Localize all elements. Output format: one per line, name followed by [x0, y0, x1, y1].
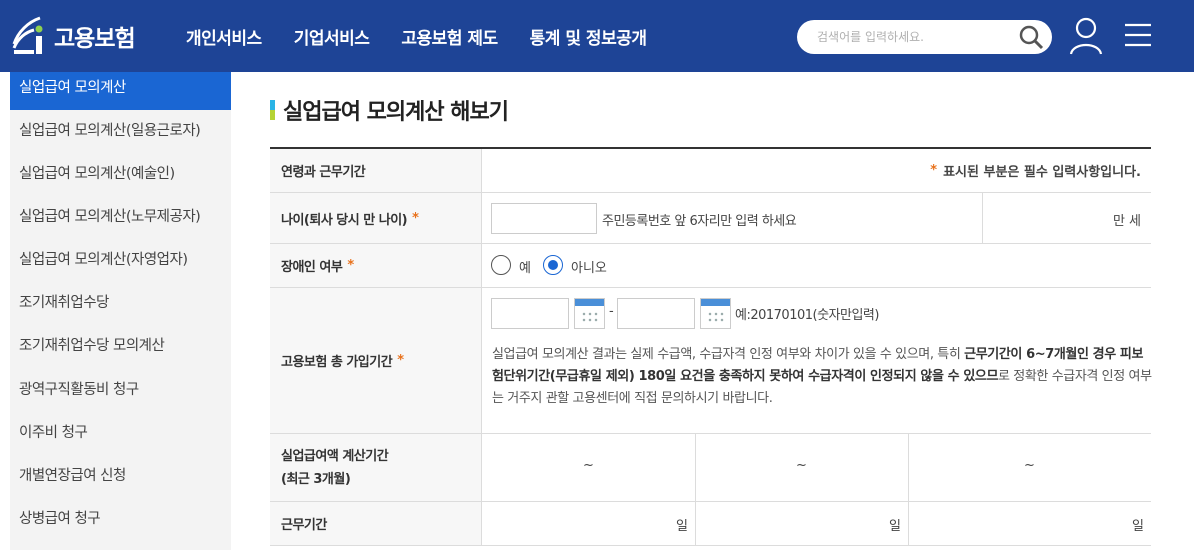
insurance-period-row: 고용보험 총 가입기간 * - 예:20170101(숫자만입력) 실업급여 모의…	[270, 288, 1152, 434]
insurance-period-cell: - 예:20170101(숫자만입력) 실업급여 모의계산 결과는 실제 수급액…	[482, 288, 1152, 433]
disability-row: 장애인 여부 * 예 아니오	[270, 244, 1151, 288]
age-row: 나이(퇴사 당시 만 나이) * 주민등록번호 앞 6자리만 입력 하세요 만 세	[270, 193, 1151, 244]
work-sep-2	[908, 502, 909, 545]
work-days-label: 근무기간	[270, 502, 482, 545]
sidebar-item-calc-labor[interactable]: 실업급여 모의계산(노무제공자)	[10, 196, 231, 239]
age-hint: 주민등록번호 앞 6자리만 입력 하세요	[602, 214, 797, 229]
nav-insurance-system[interactable]: 고용보험 제도	[401, 24, 498, 49]
search-icon[interactable]	[1018, 24, 1044, 50]
insurance-period-label: 고용보험 총 가입기간 *	[270, 288, 482, 433]
nav-statistics[interactable]: 통계 및 정보공개	[530, 24, 647, 49]
main-nav: 개인서비스 기업서비스 고용보험 제도 통계 및 정보공개	[186, 0, 679, 72]
date-separator: -	[609, 304, 614, 319]
calc-period-2[interactable]: ~	[695, 458, 908, 473]
calc-period-1[interactable]: ~	[482, 458, 695, 473]
nav-personal-service[interactable]: 개인서비스	[186, 24, 262, 49]
work-sep-1	[695, 502, 696, 545]
disability-cell: 예 아니오	[482, 244, 1151, 287]
sidebar-item-relocation[interactable]: 이주비 청구	[10, 412, 231, 455]
menu-icon[interactable]	[1124, 22, 1152, 48]
page-title-text: 실업급여 모의계산 해보기	[283, 100, 509, 125]
logo-text: 고용보험	[54, 26, 136, 52]
age-label: 나이(퇴사 당시 만 나이) *	[270, 193, 482, 243]
calc-period-3[interactable]: ~	[908, 458, 1151, 473]
work-days-cell: 일 일 일	[482, 502, 1151, 545]
calc-form: 연령과 근무기간 * 표시된 부분은 필수 입력사항입니다. 나이(퇴사 당시 …	[270, 147, 1152, 546]
birthdate-input[interactable]	[491, 203, 597, 234]
form-header-row: 연령과 근무기간 * 표시된 부분은 필수 입력사항입니다.	[270, 149, 1151, 193]
age-cell: 주민등록번호 앞 6자리만 입력 하세요 만 세	[482, 193, 1151, 243]
nav-business-service[interactable]: 기업서비스	[294, 24, 370, 49]
required-note-text: 표시된 부분은 필수 입력사항입니다.	[943, 165, 1141, 180]
form-header-label: 연령과 근무기간	[270, 149, 482, 192]
sidebar-item-calc-artist[interactable]: 실업급여 모의계산(예술인)	[10, 153, 231, 196]
sidebar: 실업급여 모의계산 실업급여 모의계산(일용근로자) 실업급여 모의계산(예술인…	[10, 72, 231, 550]
sidebar-item-sickness-benefit[interactable]: 상병급여 청구	[10, 498, 231, 541]
sidebar-item-job-search-cost[interactable]: 광역구직활동비 청구	[10, 369, 231, 412]
sidebar-item-calc-daily[interactable]: 실업급여 모의계산(일용근로자)	[10, 110, 231, 153]
calc-period-label: 실업급여액 계산기간 (최근 3개월)	[270, 434, 482, 501]
start-calendar-icon[interactable]	[574, 298, 605, 329]
work-days-2: 일	[889, 519, 901, 534]
sidebar-item-calc-self-employed[interactable]: 실업급여 모의계산(자영업자)	[10, 239, 231, 282]
title-accent-bar	[270, 100, 275, 120]
disability-label: 장애인 여부 *	[270, 244, 482, 287]
date-hint: 예:20170101(숫자만입력)	[735, 308, 879, 323]
top-header: 고용보험 개인서비스 기업서비스 고용보험 제도 통계 및 정보공개	[0, 0, 1194, 72]
logo-mark-icon	[12, 16, 43, 54]
sidebar-item-calc[interactable]: 실업급여 모의계산	[10, 72, 231, 110]
user-icon[interactable]	[1068, 16, 1104, 56]
end-date-input[interactable]	[617, 298, 695, 329]
page-title: 실업급여 모의계산 해보기	[270, 94, 509, 126]
search-input[interactable]	[817, 27, 1007, 47]
work-days-1: 일	[676, 519, 688, 534]
calc-period-cell: ~ ~ ~	[482, 434, 1151, 501]
radio-yes-label: 예	[519, 261, 531, 276]
required-mark: *	[930, 163, 938, 178]
radio-no-label: 아니오	[571, 261, 607, 276]
work-days-3: 일	[1132, 519, 1144, 534]
end-calendar-icon[interactable]	[700, 298, 731, 329]
required-note: * 표시된 부분은 필수 입력사항입니다.	[482, 149, 1151, 192]
radio-no[interactable]	[543, 255, 563, 275]
work-days-row: 근무기간 일 일 일	[270, 502, 1151, 546]
start-date-input[interactable]	[491, 298, 569, 329]
sidebar-item-early-reemployment-calc[interactable]: 조기재취업수당 모의계산	[10, 325, 231, 368]
sidebar-item-extended-benefit[interactable]: 개별연장급여 신청	[10, 455, 231, 498]
calc-notice: 실업급여 모의계산 결과는 실제 수급액, 수급자격 인정 여부와 차이가 있을…	[492, 347, 1152, 406]
search-box	[797, 20, 1052, 54]
site-logo[interactable]: 고용보험	[10, 12, 136, 60]
age-unit: 만 세	[1112, 214, 1141, 229]
calc-period-row: 실업급여액 계산기간 (최근 3개월) ~ ~ ~	[270, 434, 1151, 502]
age-separator	[982, 193, 983, 243]
sidebar-item-early-reemployment[interactable]: 조기재취업수당	[10, 282, 231, 325]
radio-yes[interactable]	[491, 255, 511, 275]
